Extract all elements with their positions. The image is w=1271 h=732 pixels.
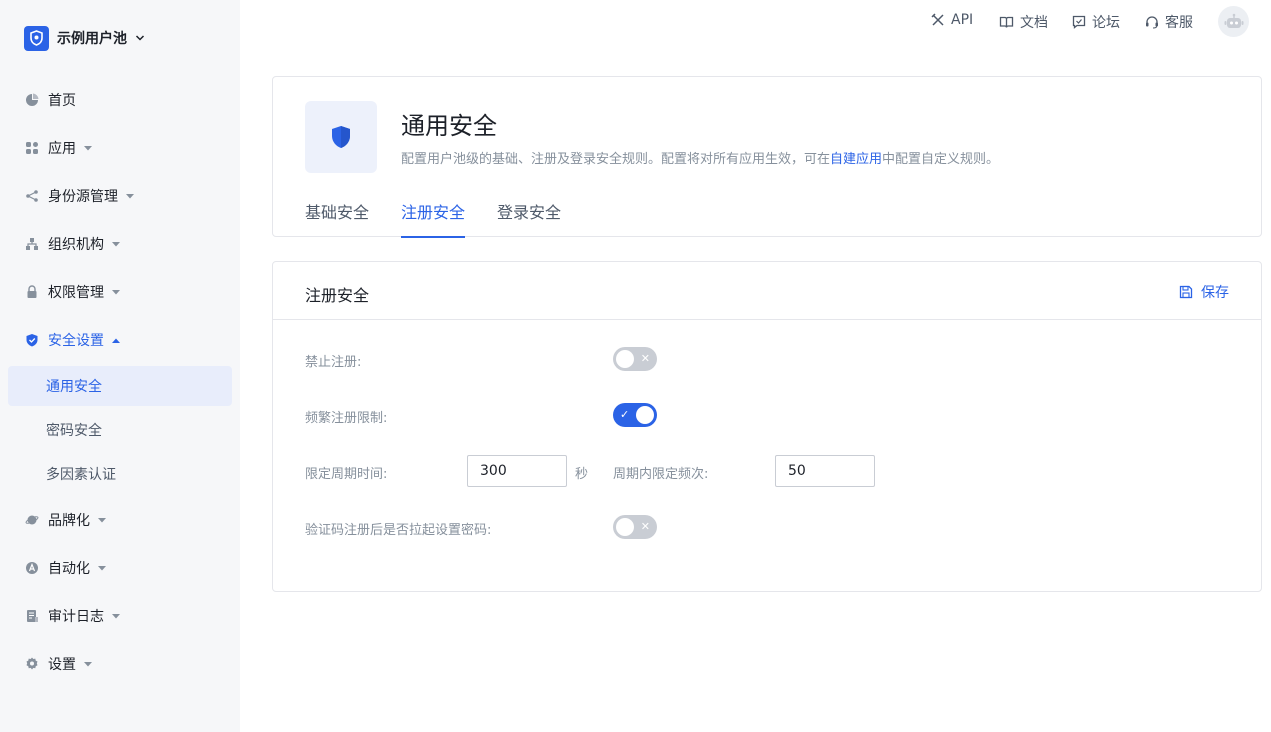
sidebar-item-audit[interactable]: 审计日志 xyxy=(0,592,240,640)
sidebar: 示例用户池 首页 应用 身份源管理 组织机构 权限管理 安全设置 通用安全 密码… xyxy=(0,0,240,732)
api-link[interactable]: API xyxy=(931,12,973,28)
book-icon xyxy=(999,16,1014,28)
disable-register-switch[interactable]: ✕ xyxy=(613,347,657,371)
sidebar-item-label: 设置 xyxy=(48,657,76,673)
caret-down-icon xyxy=(98,517,106,523)
card-header: 注册安全 保存 xyxy=(273,262,1261,320)
description-text-suffix: 中配置自定义规则。 xyxy=(882,152,1000,167)
switch-knob xyxy=(616,518,634,536)
forum-link-label: 论坛 xyxy=(1092,15,1120,31)
share-icon xyxy=(25,189,39,203)
automation-icon xyxy=(25,561,39,575)
log-icon xyxy=(25,609,39,623)
support-link-label: 客服 xyxy=(1165,15,1193,31)
page-title: 通用安全 xyxy=(401,112,497,140)
close-icon: ✕ xyxy=(640,352,650,365)
rate-limit-switch[interactable]: ✓ xyxy=(613,403,657,427)
caret-down-icon xyxy=(112,613,120,619)
sidebar-item-label: 安全设置 xyxy=(48,333,104,349)
sidebar-item-permissions[interactable]: 权限管理 xyxy=(0,268,240,316)
description-text: 配置用户池级的基础、注册及登录安全规则。配置将对所有应用生效，可在 xyxy=(401,152,831,167)
user-pool-name: 示例用户池 xyxy=(57,31,127,47)
support-link[interactable]: 客服 xyxy=(1145,12,1193,32)
caret-down-icon xyxy=(84,661,92,667)
forum-link[interactable]: 论坛 xyxy=(1072,12,1120,32)
sidebar-item-home[interactable]: 首页 xyxy=(0,76,240,124)
set-password-label: 验证码注册后是否拉起设置密码: xyxy=(305,523,492,538)
save-button[interactable]: 保存 xyxy=(1179,282,1229,302)
shield-logo-icon xyxy=(24,25,49,51)
sidebar-item-label: 身份源管理 xyxy=(48,189,118,205)
docs-link[interactable]: 文档 xyxy=(999,12,1048,32)
pie-chart-icon xyxy=(25,93,39,107)
sidebar-item-label: 审计日志 xyxy=(48,609,104,625)
save-button-label: 保存 xyxy=(1201,285,1229,301)
switch-knob xyxy=(616,350,634,368)
page-header-card: 通用安全 配置用户池级的基础、注册及登录安全规则。配置将对所有应用生效，可在自建… xyxy=(272,76,1262,238)
close-icon: ✕ xyxy=(640,520,650,533)
sidebar-item-org[interactable]: 组织机构 xyxy=(0,220,240,268)
sidebar-item-identity[interactable]: 身份源管理 xyxy=(0,172,240,220)
sidebar-subitem-general-security[interactable]: 通用安全 xyxy=(8,366,232,406)
sidebar-item-apps[interactable]: 应用 xyxy=(0,124,240,172)
check-icon: ✓ xyxy=(620,408,630,421)
sidebar-item-label: 组织机构 xyxy=(48,237,104,253)
switch-knob xyxy=(636,406,654,424)
caret-up-icon xyxy=(112,338,120,343)
frequency-label: 周期内限定频次: xyxy=(613,467,709,482)
frequency-input[interactable] xyxy=(775,455,875,487)
gear-icon xyxy=(25,657,39,671)
security-tabs: 基础安全 注册安全 登录安全 xyxy=(305,199,593,238)
period-unit: 秒 xyxy=(575,467,589,482)
api-link-label: API xyxy=(951,12,974,28)
caret-down-icon xyxy=(84,145,92,151)
custom-app-link[interactable]: 自建应用 xyxy=(830,152,882,167)
sidebar-item-label: 权限管理 xyxy=(48,285,104,301)
robot-avatar-icon xyxy=(1224,13,1243,28)
user-pool-selector[interactable]: 示例用户池 xyxy=(24,25,145,51)
register-security-card: 注册安全 保存 禁止注册: ✕ 频繁注册限制: ✓ 限定周期时间: 秒 周期内限… xyxy=(272,261,1262,592)
set-password-switch[interactable]: ✕ xyxy=(613,515,657,539)
sidebar-subitem-password-security[interactable]: 密码安全 xyxy=(0,408,240,452)
caret-down-icon xyxy=(112,241,120,247)
tab-register-security[interactable]: 注册安全 xyxy=(401,199,466,238)
tab-basic-security[interactable]: 基础安全 xyxy=(305,199,369,237)
sidebar-item-security[interactable]: 安全设置 xyxy=(0,316,240,364)
docs-link-label: 文档 xyxy=(1020,15,1048,31)
period-input[interactable] xyxy=(467,455,567,487)
caret-down-icon xyxy=(126,193,134,199)
shield-hero-icon xyxy=(305,101,377,173)
tools-icon xyxy=(931,13,944,26)
planet-icon xyxy=(25,513,39,527)
chat-icon xyxy=(1072,15,1086,29)
chevron-down-icon xyxy=(135,34,145,42)
page-description: 配置用户池级的基础、注册及登录安全规则。配置将对所有应用生效，可在自建应用中配置… xyxy=(401,148,999,167)
sidebar-item-label: 首页 xyxy=(48,93,76,109)
apps-icon xyxy=(25,141,39,155)
disable-register-label: 禁止注册: xyxy=(305,355,362,370)
lock-icon xyxy=(25,285,39,299)
sidebar-item-label: 自动化 xyxy=(48,561,90,577)
tab-login-security[interactable]: 登录安全 xyxy=(497,199,561,237)
sidebar-item-automation[interactable]: 自动化 xyxy=(0,544,240,592)
headset-icon xyxy=(1146,16,1158,29)
save-icon xyxy=(1179,285,1193,299)
sidebar-item-branding[interactable]: 品牌化 xyxy=(0,496,240,544)
sidebar-item-settings[interactable]: 设置 xyxy=(0,640,240,688)
sidebar-item-label: 品牌化 xyxy=(48,513,90,529)
sidebar-item-label: 应用 xyxy=(48,141,76,157)
shield-check-icon xyxy=(25,333,39,347)
caret-down-icon xyxy=(112,289,120,295)
avatar[interactable] xyxy=(1218,6,1249,37)
sidebar-nav: 首页 应用 身份源管理 组织机构 权限管理 安全设置 通用安全 密码安全 多因素… xyxy=(0,76,240,688)
caret-down-icon xyxy=(98,565,106,571)
rate-limit-label: 频繁注册限制: xyxy=(305,411,388,426)
period-label: 限定周期时间: xyxy=(305,467,388,482)
sidebar-subitem-mfa[interactable]: 多因素认证 xyxy=(0,452,240,496)
org-icon xyxy=(25,237,39,251)
card-title: 注册安全 xyxy=(305,286,370,305)
